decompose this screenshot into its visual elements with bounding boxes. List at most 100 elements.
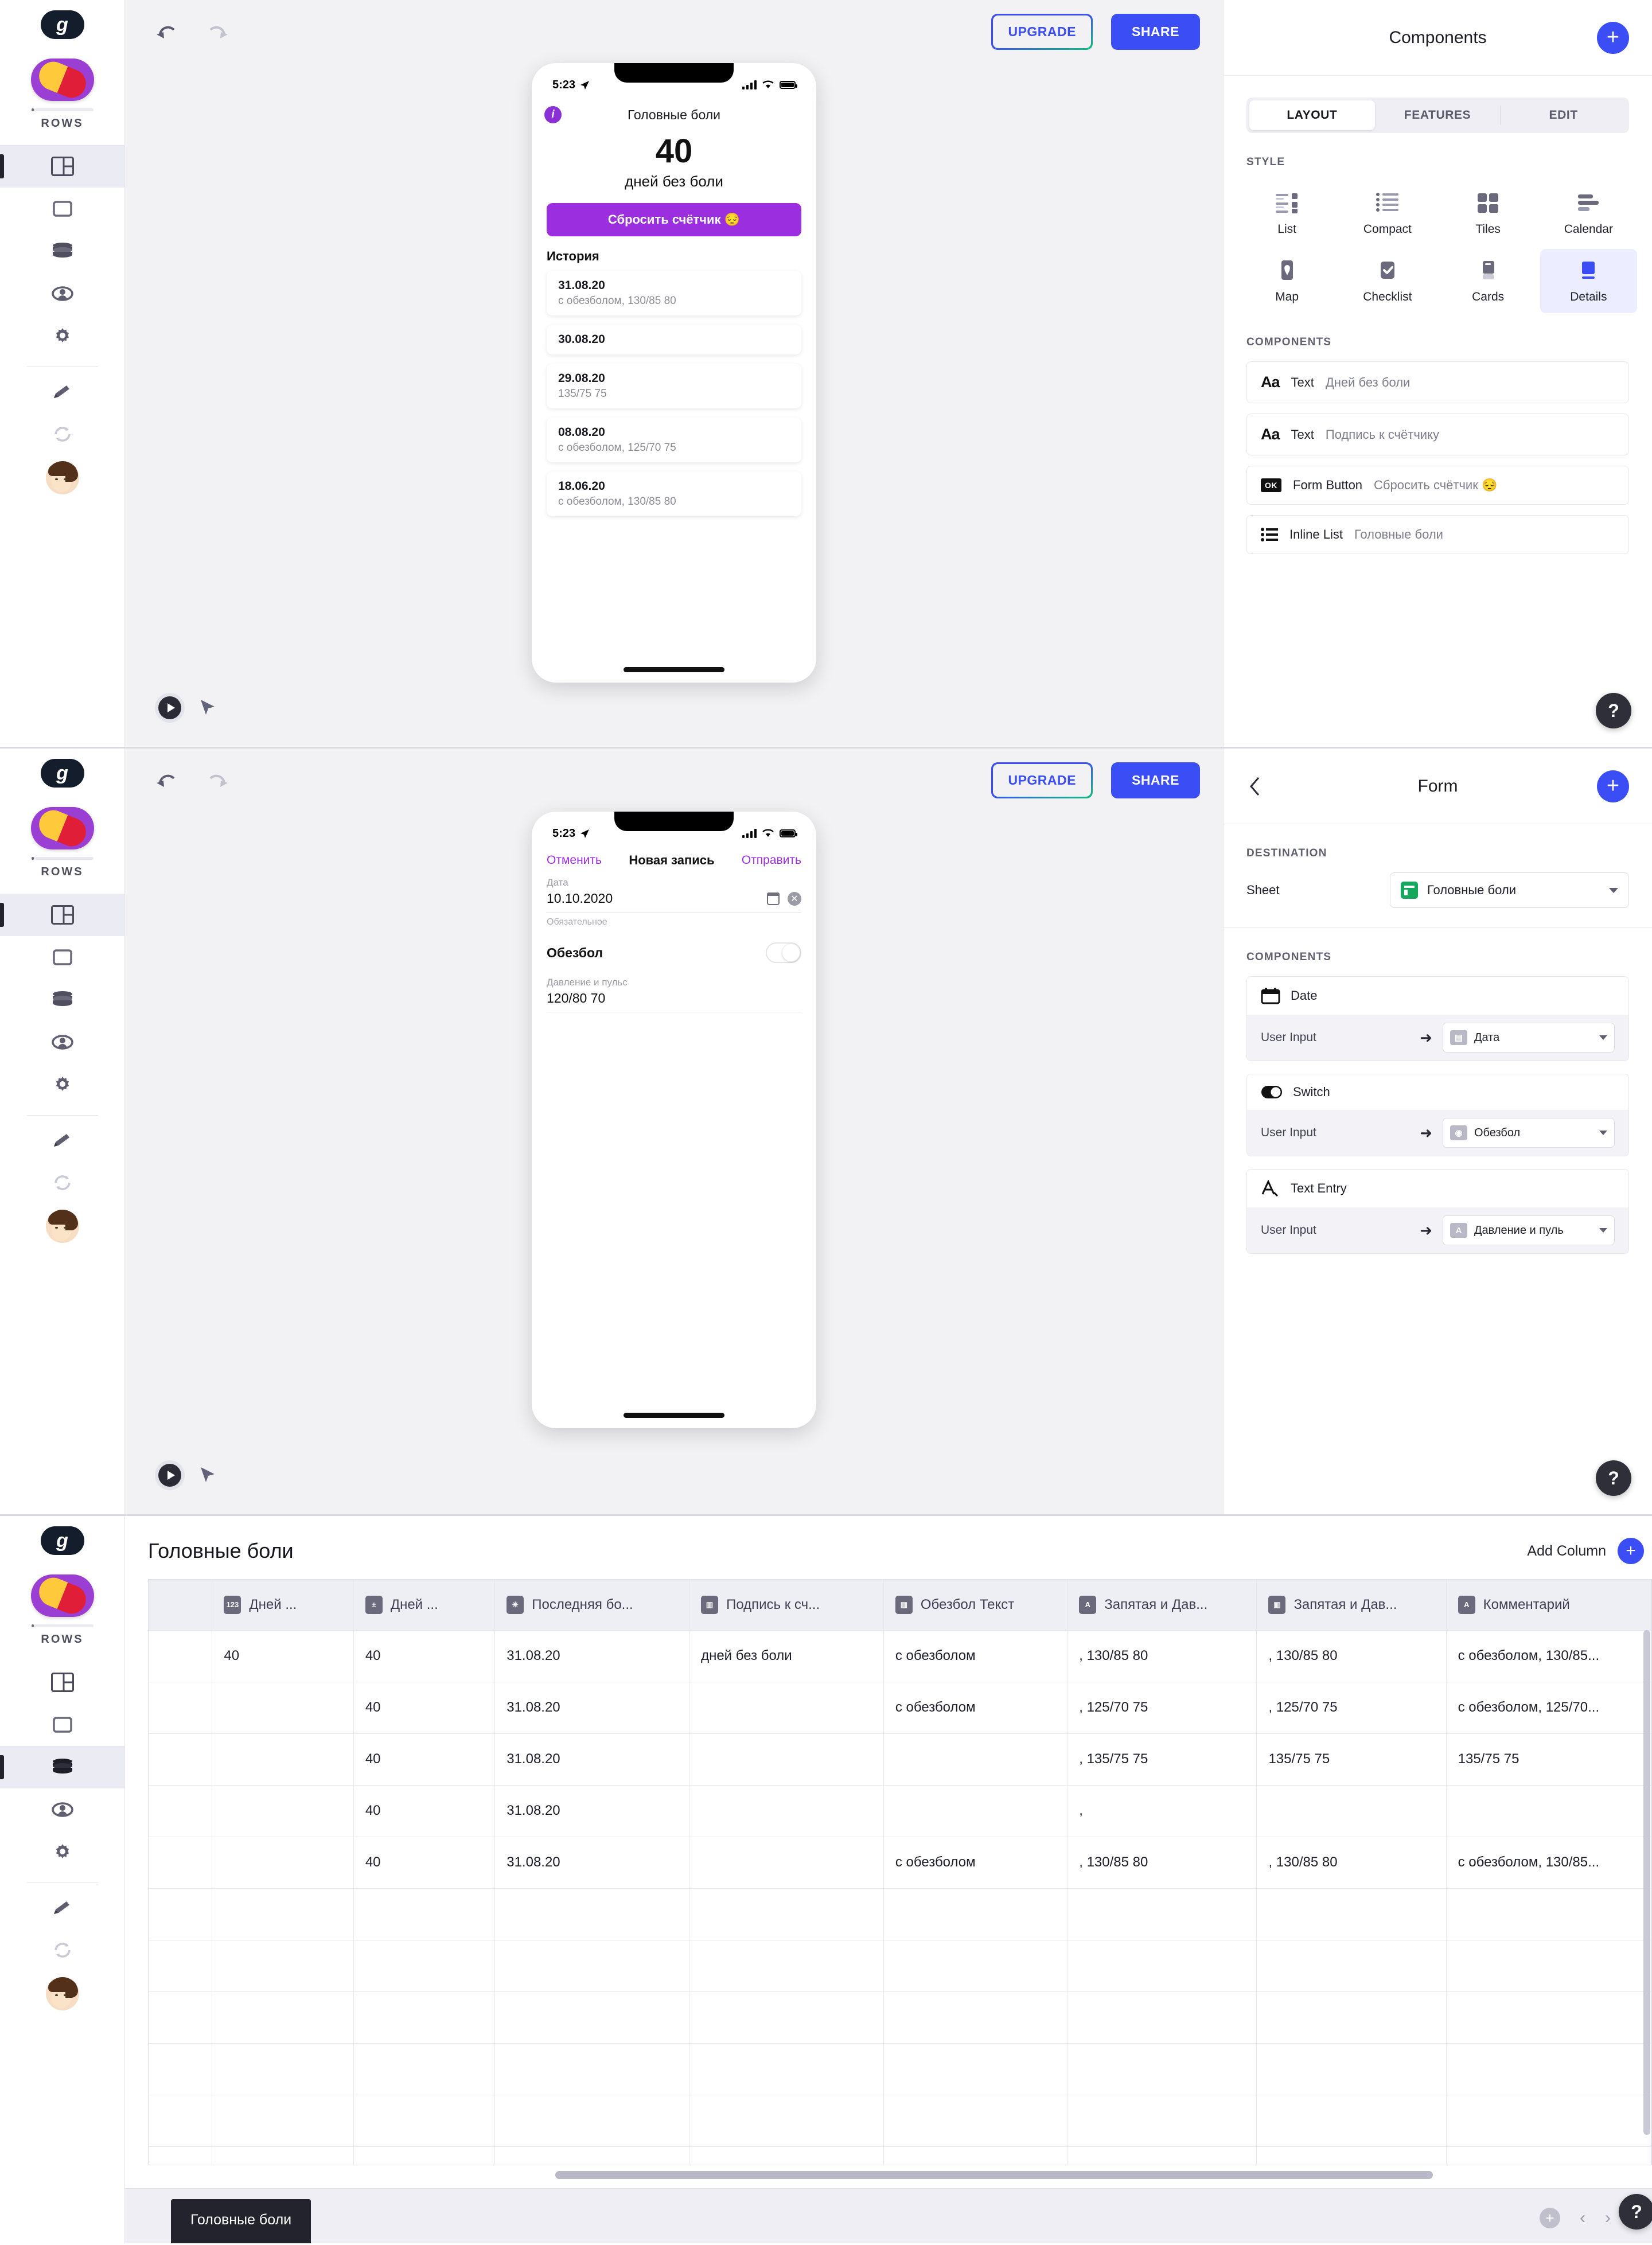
row-gutter[interactable] xyxy=(149,1630,213,1682)
cell[interactable] xyxy=(1256,1991,1447,2044)
date-field-row[interactable]: 10.10.2020 ✕ xyxy=(547,891,801,913)
table-row[interactable] xyxy=(149,1888,1651,1940)
style-option-tiles[interactable]: Tiles xyxy=(1440,181,1537,245)
row-gutter[interactable] xyxy=(149,1940,213,1992)
sidebar-item-data[interactable] xyxy=(0,1746,124,1788)
row-gutter[interactable] xyxy=(149,1991,213,2044)
column-select[interactable]: ▤ Дата xyxy=(1443,1023,1615,1053)
sidebar-item-settings[interactable] xyxy=(0,1063,124,1106)
row-gutter[interactable] xyxy=(149,1682,213,1734)
cell[interactable] xyxy=(1446,2146,1651,2165)
column-header[interactable]: ± Дней ... xyxy=(353,1580,496,1631)
sidebar-item-screens[interactable] xyxy=(0,1704,124,1746)
help-button[interactable]: ? xyxy=(1596,693,1631,728)
column-select[interactable]: A Давление и пуль xyxy=(1443,1215,1615,1245)
cell[interactable]: с обезболом, 130/85... xyxy=(1446,1837,1651,1889)
cell[interactable]: 40 xyxy=(353,1630,496,1682)
table-row[interactable] xyxy=(149,2095,1651,2147)
cell[interactable] xyxy=(689,2146,884,2165)
sidebar-item-data[interactable] xyxy=(0,230,124,272)
cell[interactable]: , 130/85 80 xyxy=(1067,1837,1257,1889)
add-sheet-button[interactable]: + xyxy=(1540,2208,1560,2228)
cell[interactable] xyxy=(1446,1940,1651,1992)
redo-icon[interactable] xyxy=(205,22,229,41)
row-gutter[interactable] xyxy=(149,1785,213,1837)
cell[interactable] xyxy=(1446,1888,1651,1940)
style-option-calendar[interactable]: Calendar xyxy=(1540,181,1637,245)
add-column-button[interactable]: + xyxy=(1618,1538,1644,1564)
list-item[interactable]: 30.08.20 xyxy=(547,324,801,354)
cell[interactable] xyxy=(689,1940,884,1992)
data-grid[interactable]: 123 Дней ... ± Дней ... ✳ Последняя бо... ▥… xyxy=(148,1579,1652,2165)
table-row[interactable]: 40 31.08.20 с обезболом, 130/85 80, 130/85… xyxy=(149,1837,1651,1889)
cell[interactable] xyxy=(494,1940,690,1992)
app-icon[interactable] xyxy=(30,59,94,101)
cell[interactable] xyxy=(689,1991,884,2044)
cell[interactable] xyxy=(1446,2043,1651,2095)
row-gutter[interactable] xyxy=(149,2146,213,2165)
sidebar-item-settings[interactable] xyxy=(0,1831,124,1873)
cell[interactable]: , 125/70 75 xyxy=(1067,1682,1257,1734)
vertical-scrollbar[interactable] xyxy=(1643,1630,1650,2165)
table-row[interactable] xyxy=(149,2043,1651,2095)
list-item[interactable]: 08.08.20 с обезболом, 125/70 75 xyxy=(547,417,801,462)
cell[interactable] xyxy=(1256,2043,1447,2095)
cell[interactable] xyxy=(689,1785,884,1837)
cell[interactable] xyxy=(212,1991,354,2044)
cell[interactable] xyxy=(689,1837,884,1889)
cell[interactable]: с обезболом xyxy=(883,1837,1068,1889)
cell[interactable] xyxy=(1067,1888,1257,1940)
cell[interactable] xyxy=(689,1888,884,1940)
cell[interactable] xyxy=(212,1837,354,1889)
switch-toggle[interactable] xyxy=(766,942,801,963)
row-gutter[interactable] xyxy=(149,2095,213,2147)
tab-layout[interactable]: LAYOUT xyxy=(1249,100,1375,130)
list-item[interactable]: 29.08.20 135/75 75 xyxy=(547,363,801,408)
column-header[interactable]: ▥ Обезбол Текст xyxy=(883,1580,1068,1631)
cell[interactable] xyxy=(353,2095,496,2147)
cell[interactable] xyxy=(883,2095,1068,2147)
cell[interactable] xyxy=(689,1682,884,1734)
cell[interactable]: , 135/75 75 xyxy=(1067,1733,1257,1786)
cell[interactable]: , 130/85 80 xyxy=(1256,1837,1447,1889)
cell[interactable] xyxy=(689,1733,884,1786)
cell[interactable] xyxy=(883,1940,1068,1992)
tab-features[interactable]: FEATURES xyxy=(1375,100,1501,130)
cell[interactable]: 40 xyxy=(353,1733,496,1786)
row-gutter[interactable] xyxy=(149,1888,213,1940)
cell[interactable] xyxy=(494,2043,690,2095)
app-icon[interactable] xyxy=(30,807,94,849)
cell[interactable] xyxy=(1067,1940,1257,1992)
table-row[interactable] xyxy=(149,1940,1651,1992)
column-header[interactable]: A Комментарий xyxy=(1446,1580,1651,1631)
cell[interactable]: с обезболом xyxy=(883,1630,1068,1682)
cell[interactable] xyxy=(883,2043,1068,2095)
cell[interactable] xyxy=(212,2095,354,2147)
sidebar-item-screens[interactable] xyxy=(0,188,124,230)
style-option-details[interactable]: Details xyxy=(1540,249,1637,313)
row-gutter[interactable] xyxy=(149,2043,213,2095)
cancel-button[interactable]: Отменить xyxy=(547,853,602,867)
cell[interactable] xyxy=(353,1991,496,2044)
sidebar-item-refresh[interactable] xyxy=(0,1162,124,1204)
column-header[interactable]: ✳ Последняя бо... xyxy=(494,1580,690,1631)
cell[interactable]: 31.08.20 xyxy=(494,1682,690,1734)
text-field-row[interactable]: 120/80 70 xyxy=(547,991,801,1012)
info-icon[interactable]: i xyxy=(544,106,562,123)
cell[interactable] xyxy=(353,2146,496,2165)
column-header[interactable]: ▥ Запятая и Дав... xyxy=(1256,1580,1447,1631)
cell[interactable]: 31.08.20 xyxy=(494,1837,690,1889)
undo-icon[interactable] xyxy=(155,22,179,41)
table-row[interactable] xyxy=(149,1991,1651,2044)
cell[interactable] xyxy=(1446,1991,1651,2044)
cell[interactable]: с обезболом, 130/85... xyxy=(1446,1630,1651,1682)
component-row-inline-list[interactable]: Inline List Головные боли xyxy=(1246,515,1629,554)
sidebar-item-users[interactable] xyxy=(0,1788,124,1831)
cell[interactable]: 40 xyxy=(353,1682,496,1734)
cell[interactable] xyxy=(212,2043,354,2095)
cell[interactable]: 40 xyxy=(212,1630,354,1682)
cell[interactable] xyxy=(883,1991,1068,2044)
cell[interactable]: с обезболом, 125/70... xyxy=(1446,1682,1651,1734)
sidebar-item-users[interactable] xyxy=(0,1021,124,1063)
column-header[interactable]: A Запятая и Дав... xyxy=(1067,1580,1257,1631)
